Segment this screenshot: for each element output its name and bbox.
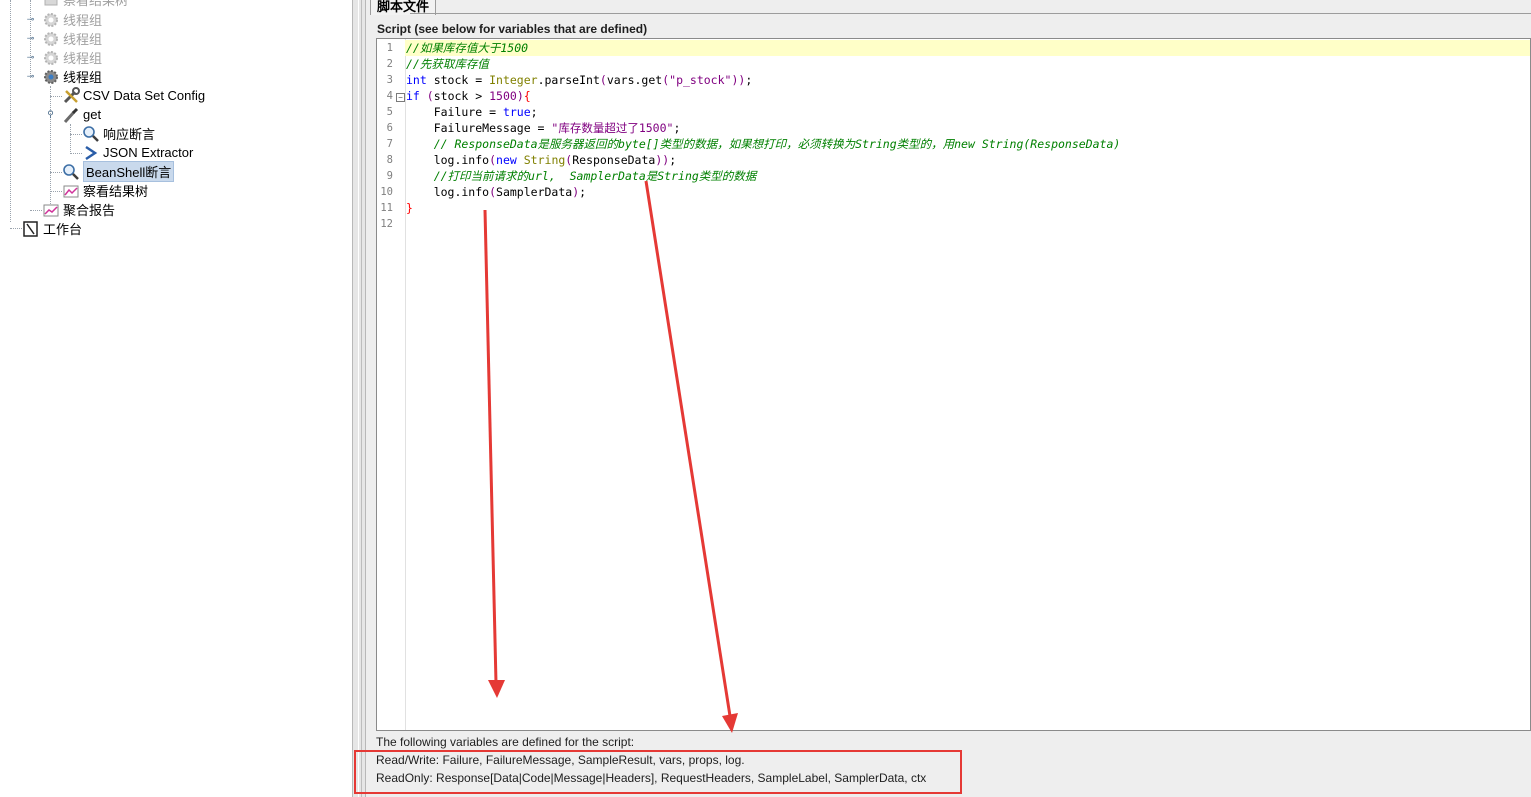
tree-item-label: 聚合报告 (63, 203, 116, 218)
expand-toggle-icon[interactable]: ⊸ (26, 15, 35, 24)
code-line: FailureMessage = "库存数量超过了1500"; (406, 121, 681, 135)
code-line: log.info(new String(ResponseData)); (406, 153, 677, 167)
tree-item-csv-data-set-config[interactable]: CSV Data Set Config (62, 86, 205, 105)
tree-item-label: 线程组 (63, 51, 103, 66)
tree-item-label: 工作台 (43, 222, 83, 237)
tree-connector (70, 134, 82, 135)
tree-item-workbench[interactable]: 工作台 (22, 219, 82, 238)
line-number: 11 (380, 202, 393, 214)
gear-icon (42, 68, 60, 86)
script-section-title: Script (see below for variables that are… (377, 22, 648, 36)
beanshell-assertion-panel: 脚本文件 Script (see below for variables tha… (366, 0, 1531, 797)
tree-connector (50, 172, 62, 173)
line-number: 8 (386, 154, 393, 166)
line-number: 12 (380, 218, 393, 230)
code-line: //先获取库存值 (406, 57, 489, 71)
magnifier-icon (82, 125, 100, 143)
collapse-toggle-icon[interactable]: ⚲ (46, 110, 55, 119)
code-line: } (406, 201, 413, 215)
tree-item-label: BeanShell断言 (83, 161, 175, 182)
tree-item-beanshell-assertion[interactable]: BeanShell断言 (62, 161, 175, 182)
tree-connector (70, 153, 82, 154)
code-line: //如果库存值大于1500 (406, 41, 529, 55)
annotation-highlight-box (354, 750, 962, 794)
tree-connector (10, 0, 11, 222)
gear-icon (42, 49, 60, 67)
line-number: 1 (386, 42, 393, 54)
tree-item-label: CSV Data Set Config (83, 88, 206, 103)
tree-connector (50, 96, 62, 97)
tree-connector (10, 228, 22, 229)
extractor-arrow-icon (82, 144, 100, 162)
tree-item-label: JSON Extractor (103, 145, 194, 160)
tree-item-label: 察看结果树 (83, 184, 149, 199)
code-fold-toggle-icon[interactable]: − (396, 93, 405, 102)
expand-toggle-icon[interactable]: ⊸ (26, 34, 35, 43)
workbench-icon (22, 220, 40, 238)
test-plan-tree[interactable]: ⊸ ⊸ ⊸ ⊸ ⚲ 察看结果树 线程组 线程组 线程组 线程组 CSV Data… (0, 0, 352, 797)
magnifier-icon (62, 163, 80, 181)
split-pane-divider[interactable] (352, 0, 366, 797)
tree-item-thread-group-active[interactable]: 线程组 (42, 67, 102, 86)
divider-grip (358, 0, 362, 797)
code-line: int stock = Integer.parseInt(vars.get("p… (406, 73, 753, 87)
line-number: 3 (386, 74, 393, 86)
wrench-icon (62, 86, 80, 105)
tree-item-response-assertion[interactable]: 响应断言 (82, 124, 155, 143)
tree-item-view-results-tree-disabled[interactable]: 察看结果树 (42, 0, 128, 9)
tree-item-label: 线程组 (63, 70, 103, 85)
code-line: Failure = true; (406, 105, 538, 119)
code-line: //打印当前请求的url, SamplerData是String类型的数据 (433, 169, 757, 183)
pipette-icon (62, 106, 80, 124)
tree-connector (30, 210, 42, 211)
tab-divider (410, 13, 1531, 14)
line-number: 4 (386, 90, 393, 102)
gear-icon (42, 30, 60, 48)
line-number: 9 (386, 170, 393, 182)
variables-intro: The following variables are defined for … (376, 735, 635, 749)
tree-item-aggregate-report[interactable]: 聚合报告 (42, 200, 115, 219)
expand-toggle-icon[interactable]: ⊸ (26, 53, 35, 62)
line-number: 6 (386, 122, 393, 134)
view-results-tree-icon (42, 0, 60, 9)
script-editor[interactable]: 1 2 3 4 5 6 7 8 9 10 11 12 − //如果库存值大于15… (376, 38, 1531, 731)
code-line: if (stock > 1500){ (406, 89, 531, 103)
line-number: 10 (380, 186, 393, 198)
tree-item-label: 察看结果树 (63, 0, 129, 8)
line-number: 5 (386, 106, 393, 118)
line-number: 7 (386, 138, 393, 150)
tree-item-label: 线程组 (63, 32, 103, 47)
gear-icon (42, 11, 60, 29)
chart-icon (42, 201, 60, 219)
view-results-tree-icon (62, 182, 80, 200)
tree-item-http-sampler-get[interactable]: get (62, 105, 101, 124)
tree-item-thread-group[interactable]: 线程组 (42, 29, 102, 48)
code-line: // ResponseData是服务器返回的byte[]类型的数据，如果想打印，… (433, 137, 1121, 151)
tree-item-label: 线程组 (63, 13, 103, 28)
tree-item-thread-group[interactable]: 线程组 (42, 10, 102, 29)
collapse-toggle-icon[interactable]: ⊸ (26, 72, 35, 81)
current-line-highlight (405, 40, 1530, 56)
tree-item-json-extractor[interactable]: JSON Extractor (82, 143, 193, 162)
tree-connector (50, 191, 62, 192)
tree-item-thread-group[interactable]: 线程组 (42, 48, 102, 67)
code-line: log.info(SamplerData); (406, 185, 587, 199)
tree-connector (70, 124, 71, 152)
tree-item-view-results-tree[interactable]: 察看结果树 (62, 181, 148, 200)
tree-item-label: get (83, 107, 102, 122)
line-number: 2 (386, 58, 393, 70)
tree-item-label: 响应断言 (103, 127, 156, 142)
